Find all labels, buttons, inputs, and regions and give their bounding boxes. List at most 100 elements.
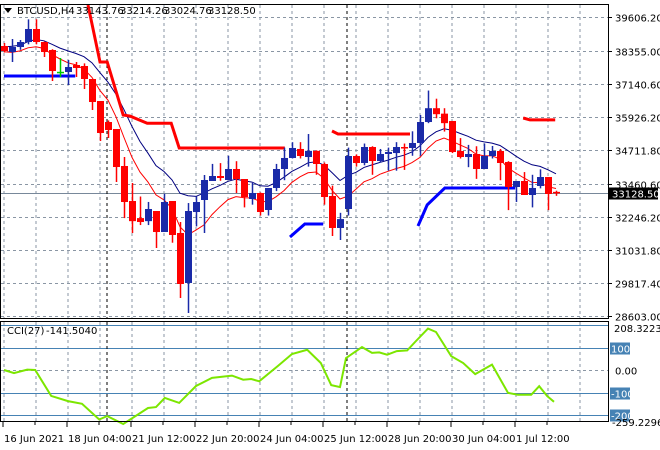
price-label: 32246.20 [615,214,660,225]
candle-body [369,147,376,162]
candle-body [297,148,304,157]
candle-body [241,178,248,198]
candle-body [73,65,80,68]
candle-body [537,177,544,187]
candle [521,172,528,195]
candle [265,187,272,216]
candle-body [201,180,208,200]
cci-line-path [3,327,555,426]
candle [473,146,480,179]
time-label: 25 Jun 12:00 [324,434,388,445]
candle [449,120,456,154]
current-price-label: 33128.50 [612,190,660,201]
price-label: 34711.80 [615,147,660,158]
candle [201,175,208,233]
candle-body [121,166,128,203]
candle-body [105,122,112,130]
candle [121,157,128,219]
candle [33,19,40,45]
price-label: 28603.00 [615,313,660,324]
candle [81,63,88,89]
candle-body [1,46,8,52]
price-label: 39606.20 [615,14,660,25]
candle [345,147,352,216]
candle-body [185,211,192,283]
candle-body [217,176,224,178]
candle-body [233,168,240,179]
candle [273,163,280,192]
candle-body [377,153,384,162]
candle-body [137,218,144,223]
candle [113,128,120,183]
candle-body [161,202,168,233]
cci-line [3,327,555,426]
candle [353,154,360,167]
candle-body [465,153,472,158]
candle-body [529,187,536,195]
candle-body [545,177,552,194]
candle [305,134,312,167]
open-value: 33143.76 [76,6,124,17]
candle-body [249,192,256,199]
candle-body [113,128,120,168]
candle [185,203,192,313]
candle-body [153,211,160,233]
time-label: 22 Jun 20:00 [196,434,260,445]
grid [1,5,608,421]
candle [513,181,520,202]
cci-level-lines [1,325,608,416]
candle [313,150,320,175]
time-label: 24 Jun 04:00 [260,434,324,445]
candle-body [313,150,320,164]
candle-body [33,28,40,43]
candle-body [225,168,232,180]
candle [97,101,104,142]
cci-label: CCI(27) [7,326,45,337]
candle [89,78,96,110]
candle [145,201,152,226]
price-label: 29817.40 [615,280,660,291]
price-chart[interactable]: 39606.20 38355.00 37140.60 35926.20 34711.80… [0,0,660,450]
candle [553,190,560,196]
candle [377,148,384,163]
price-label: 37140.60 [615,81,660,92]
candle-body [441,113,448,124]
candle-body [433,108,440,115]
time-label: 30 Jun 04:00 [452,434,516,445]
candle [257,192,264,216]
chart-header: BTCUSD,H4 33143.76 33214.26 33024.76 331… [4,6,256,17]
dropdown-triangle-icon[interactable] [4,8,12,13]
candle-body [489,151,496,157]
candle-body [57,71,64,74]
indicator-lines [3,4,557,239]
candle-body [417,122,424,143]
candle-body [329,196,336,228]
candle [297,142,304,159]
cci-level-label: 100 [611,345,630,356]
candle [41,41,48,58]
candle-body [409,142,416,148]
candle-body [257,192,264,213]
candle [129,182,136,233]
candle [497,148,504,181]
mt4-chart-window: 39606.20 38355.00 37140.60 35926.20 34711.80… [0,0,660,450]
price-label: 31031.80 [615,247,660,258]
candle [361,143,368,166]
candle [369,146,376,175]
candle-body [193,202,200,213]
candle-body [177,232,184,284]
low-value: 33024.76 [164,6,212,17]
candle [433,98,440,119]
candle-body [385,152,392,154]
symbol-label: BTCUSD,H4 [17,6,75,17]
close-value: 33128.50 [208,6,256,17]
candle [505,161,512,211]
price-label: 35926.20 [615,114,660,125]
candle-body [265,187,272,210]
candle [17,40,24,50]
candle-body [353,156,360,163]
candle-body [17,42,24,48]
panel-frames [0,4,609,422]
high-value: 33214.26 [120,6,168,17]
cci-axis: 1000.00-100-200208.3223-259.2296 [610,324,660,429]
